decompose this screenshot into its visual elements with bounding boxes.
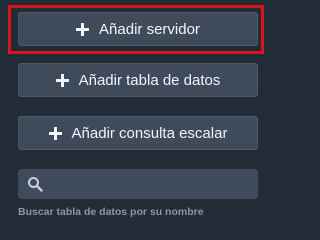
plus-icon <box>76 22 90 36</box>
add-server-button[interactable]: Añadir servidor <box>18 12 258 46</box>
plus-icon <box>48 126 62 140</box>
search-field[interactable] <box>18 169 258 199</box>
add-data-table-button[interactable]: Añadir tabla de datos <box>18 63 258 97</box>
add-scalar-query-label: Añadir consulta escalar <box>71 124 228 142</box>
add-server-label: Añadir servidor <box>99 20 200 38</box>
search-hint: Buscar tabla de datos por su nombre <box>18 206 204 218</box>
add-data-table-label: Añadir tabla de datos <box>78 71 221 89</box>
search-input[interactable] <box>43 169 258 199</box>
add-scalar-query-button[interactable]: Añadir consulta escalar <box>18 116 258 150</box>
search-icon <box>28 177 43 192</box>
plus-icon <box>55 73 69 87</box>
